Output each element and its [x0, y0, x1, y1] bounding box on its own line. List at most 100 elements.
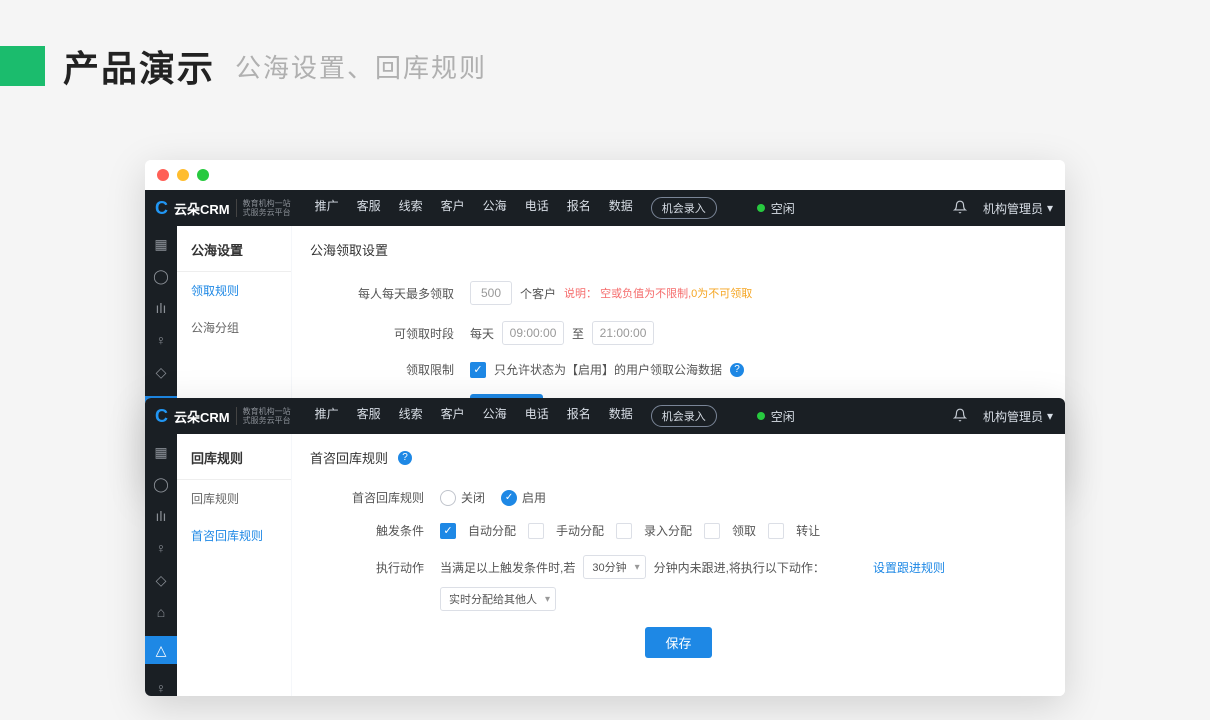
nav-item-promotion[interactable]: 推广: [315, 197, 339, 219]
help-icon[interactable]: ?: [730, 363, 744, 377]
checkbox-claim[interactable]: [704, 523, 720, 539]
label-entry-assign: 录入分配: [644, 522, 692, 539]
sidebar-icon-apps-2[interactable]: ▦: [153, 444, 169, 460]
sidebar-icon-home-2[interactable]: ⌂: [153, 604, 169, 620]
brand-sub-line2-2: 式服务云平台: [243, 416, 291, 425]
chevron-down-icon-2: ▾: [1047, 409, 1053, 423]
nav-item-service-2[interactable]: 客服: [357, 405, 381, 427]
exec-text-b: 分钟内未跟进,将执行以下动作：: [654, 559, 825, 576]
bell-icon-2[interactable]: [953, 408, 967, 425]
label-daily: 每天: [470, 325, 494, 342]
nav-user-label-2: 机构管理员: [983, 408, 1043, 425]
radio-off[interactable]: 关闭: [440, 489, 485, 506]
input-max-claim[interactable]: [470, 281, 512, 305]
sidebar-icon-user[interactable]: ♀: [153, 332, 169, 348]
help-icon-2[interactable]: ?: [398, 451, 412, 465]
status-dot-icon: [757, 204, 765, 212]
nav-item-service[interactable]: 客服: [357, 197, 381, 219]
nav-item-data-2[interactable]: 数据: [609, 405, 633, 427]
sidebar-icon-chart[interactable]: ılı: [153, 300, 169, 316]
row-trigger-condition: 触发条件 ✓自动分配 手动分配 录入分配 领取 转让: [310, 522, 1047, 539]
select-time-value: 30分钟: [592, 559, 626, 575]
nav-item-leads[interactable]: 线索: [399, 197, 423, 219]
label-transfer: 转让: [796, 522, 820, 539]
nav-item-phone-2[interactable]: 电话: [525, 405, 549, 427]
brand-logo-icon: C: [155, 198, 168, 219]
checkbox-transfer[interactable]: [768, 523, 784, 539]
status-text: 空闲: [771, 200, 795, 217]
nav-item-promotion-2[interactable]: 推广: [315, 405, 339, 427]
checkbox-entry-assign[interactable]: [616, 523, 632, 539]
titlebar: [145, 160, 1065, 190]
nav-item-signup[interactable]: 报名: [567, 197, 591, 219]
left-item-first-return-rules[interactable]: 首咨回库规则: [177, 517, 291, 554]
nav-user-label: 机构管理员: [983, 200, 1043, 217]
slide-title: 产品演示 公海设置、回库规则: [0, 0, 1210, 92]
nav-item-pool[interactable]: 公海: [483, 197, 507, 219]
save-button[interactable]: 保存: [645, 627, 711, 658]
brand-2: C 云朵CRM 教育机构一站 式服务云平台: [145, 406, 301, 427]
sidebar-icon-user-2[interactable]: ♀: [153, 540, 169, 556]
select-time-window[interactable]: 30分钟: [583, 555, 645, 579]
sidebar-icon-apps[interactable]: ▦: [153, 236, 169, 252]
checkbox-auto-assign[interactable]: ✓: [440, 523, 456, 539]
left-item-claim-rules[interactable]: 领取规则: [177, 272, 291, 309]
hint-unlimited: 空或负值为不限制,: [600, 288, 691, 300]
sidebar-icon-shield[interactable]: ◯: [153, 268, 169, 284]
content-title-text-2: 首咨回库规则: [310, 448, 388, 467]
nav-user-menu-2[interactable]: 机构管理员 ▾: [983, 408, 1053, 425]
nav-user-menu[interactable]: 机构管理员 ▾: [983, 200, 1053, 217]
unit-customers: 个客户: [520, 285, 556, 302]
nav-item-leads-2[interactable]: 线索: [399, 405, 423, 427]
sidebar-icon-people-2[interactable]: ♀: [153, 680, 169, 696]
close-icon[interactable]: [157, 169, 169, 181]
label-exec-action: 执行动作: [310, 559, 440, 576]
label-enable-rule: 首咨回库规则: [310, 489, 440, 506]
chevron-down-icon: ▾: [1047, 201, 1053, 215]
green-accent-block: [0, 46, 45, 86]
sidebar-icon-chart-2[interactable]: ılı: [153, 508, 169, 524]
top-nav: C 云朵CRM 教育机构一站 式服务云平台 推广 客服 线索 客户 公海 电话 …: [145, 190, 1065, 226]
maximize-icon[interactable]: [197, 169, 209, 181]
nav-item-phone[interactable]: 电话: [525, 197, 549, 219]
checkbox-manual-assign[interactable]: [528, 523, 544, 539]
nav-item-customers-2[interactable]: 客户: [441, 405, 465, 427]
slide-title-main: 产品演示: [63, 40, 215, 92]
minimize-icon[interactable]: [177, 169, 189, 181]
link-set-followup[interactable]: 设置跟进规则: [873, 559, 945, 576]
left-column-2: 回库规则 回库规则 首咨回库规则: [177, 434, 291, 696]
sidebar-icon-layer-2[interactable]: ◇: [153, 572, 169, 588]
checkbox-label-enabled-only: 只允许状态为【启用】的用户领取公海数据: [494, 361, 722, 378]
sidebar-icon-shield-2[interactable]: ◯: [153, 476, 169, 492]
input-time-from[interactable]: [502, 321, 564, 345]
brand-text-2: 云朵CRM: [174, 407, 230, 426]
left-item-pool-groups[interactable]: 公海分组: [177, 309, 291, 346]
checkbox-enabled-only[interactable]: ✓: [470, 362, 486, 378]
hint-prefix: 说明：: [564, 288, 597, 300]
select-exec-value: 实时分配给其他人: [449, 591, 537, 607]
label-trigger-condition: 触发条件: [310, 522, 440, 539]
sidebar-icon-layer[interactable]: ◇: [153, 364, 169, 380]
nav-item-signup-2[interactable]: 报名: [567, 405, 591, 427]
nav-item-pool-2[interactable]: 公海: [483, 405, 507, 427]
brand-sub-line1-2: 教育机构一站: [243, 407, 291, 416]
hint-zero: 0为不可领取: [691, 288, 752, 300]
select-exec-action[interactable]: 实时分配给其他人: [440, 587, 556, 611]
nav-item-customers[interactable]: 客户: [441, 197, 465, 219]
status-text-2: 空闲: [771, 408, 795, 425]
label-auto-assign: 自动分配: [468, 522, 516, 539]
row-max-claim: 每人每天最多领取 个客户 说明： 空或负值为不限制,0为不可领取: [310, 281, 1047, 305]
nav-items-2: 推广 客服 线索 客户 公海 电话 报名 数据 机会录入: [315, 405, 717, 427]
nav-opportunity-button-2[interactable]: 机会录入: [651, 405, 717, 427]
bell-icon[interactable]: [953, 200, 967, 217]
brand-sub-line2: 式服务云平台: [243, 208, 291, 217]
input-time-to[interactable]: [592, 321, 654, 345]
sidebar-icon-recycle-2[interactable]: △: [145, 636, 177, 664]
radio-on[interactable]: 启用: [501, 489, 546, 506]
nav-opportunity-button[interactable]: 机会录入: [651, 197, 717, 219]
brand-logo-icon-2: C: [155, 406, 168, 427]
radio-off-icon: [440, 490, 456, 506]
left-item-return-rules[interactable]: 回库规则: [177, 480, 291, 517]
nav-item-data[interactable]: 数据: [609, 197, 633, 219]
label-to: 至: [572, 325, 584, 342]
